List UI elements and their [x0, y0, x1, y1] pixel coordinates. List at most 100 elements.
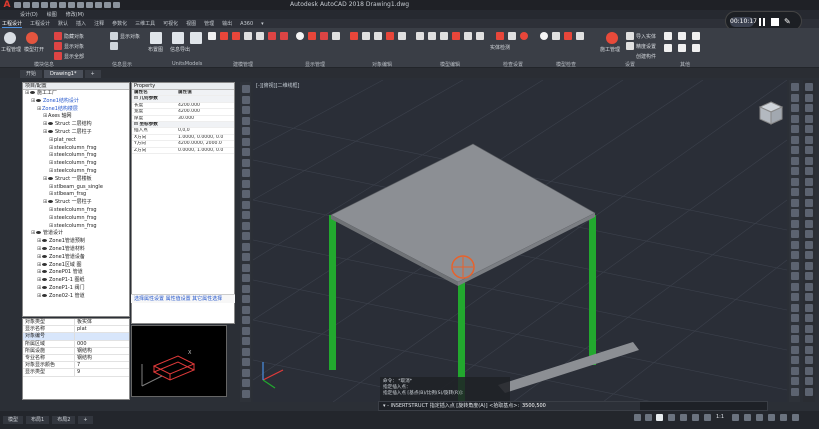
- draw-tool-icon[interactable]: [241, 389, 250, 398]
- tree-item[interactable]: ⊞plat_rect: [23, 137, 129, 145]
- tab-output[interactable]: 输出: [222, 20, 232, 27]
- property-value[interactable]: 0,0,0: [176, 128, 190, 133]
- view-tool-icon[interactable]: [804, 93, 813, 102]
- tree-item[interactable]: ⊞ ZoneP1-1 图纸: [23, 277, 129, 285]
- modify-tool-icon[interactable]: [790, 324, 799, 333]
- view-tool-icon[interactable]: [804, 209, 813, 217]
- view-tool-icon[interactable]: [804, 282, 813, 291]
- draw-tool-icon[interactable]: [241, 368, 250, 377]
- modify-tool-icon[interactable]: [790, 251, 799, 259]
- tree-item[interactable]: ⊞ Zone1管道设备: [23, 254, 129, 262]
- view-tool-icon[interactable]: [804, 345, 813, 354]
- property-value[interactable]: 4200.000: [176, 103, 200, 108]
- modify-tool-icon[interactable]: [790, 345, 799, 354]
- visibility-eye-icon[interactable]: [30, 91, 35, 94]
- project-manage-icon[interactable]: [4, 32, 16, 44]
- tab-3d-tools[interactable]: 三维工具: [135, 20, 155, 27]
- hide-icon[interactable]: [308, 32, 316, 40]
- precision-icon[interactable]: [626, 42, 634, 50]
- modify-tool-icon[interactable]: [790, 93, 799, 102]
- transparency-icon[interactable]: [704, 414, 711, 421]
- modify-tool-icon[interactable]: [790, 366, 799, 375]
- save-as-icon[interactable]: [41, 2, 48, 8]
- beam[interactable]: [498, 342, 639, 393]
- reducer-icon[interactable]: [452, 32, 460, 40]
- bend-icon[interactable]: [428, 32, 436, 40]
- clash-icon[interactable]: [508, 32, 516, 40]
- pipe-icon[interactable]: [268, 32, 276, 40]
- tab-model[interactable]: 模型: [3, 416, 24, 424]
- draw-tool-icon[interactable]: [241, 379, 250, 387]
- polar-icon[interactable]: [656, 414, 663, 421]
- view-tool-icon[interactable]: [804, 387, 813, 396]
- tab-insert[interactable]: 插入: [76, 20, 86, 27]
- tab-manage[interactable]: 管理: [204, 20, 214, 27]
- property-value[interactable]: 30.000: [176, 116, 194, 121]
- view-tool-icon[interactable]: [804, 125, 813, 133]
- property-grid-value[interactable]: 钢结构: [75, 355, 92, 361]
- pause-icon[interactable]: [759, 18, 761, 26]
- modify-tool-icon[interactable]: [790, 335, 799, 343]
- modify-tool-icon[interactable]: [790, 356, 799, 364]
- modify-tool-icon[interactable]: [790, 387, 799, 396]
- modify-tool-icon[interactable]: [790, 135, 799, 144]
- plot-icon[interactable]: [77, 2, 84, 8]
- app-logo-icon[interactable]: A: [0, 0, 14, 10]
- modify-tool-icon[interactable]: [790, 230, 799, 238]
- view-tool-icon[interactable]: [804, 230, 813, 238]
- column-front-left[interactable]: [329, 215, 336, 370]
- tab-start[interactable]: 开始: [20, 70, 43, 78]
- measure-icon[interactable]: [576, 32, 584, 40]
- rotate-icon[interactable]: [386, 32, 394, 40]
- property-grid-value[interactable]: 000: [75, 341, 87, 347]
- modify-tool-icon[interactable]: [790, 303, 799, 312]
- menu-design[interactable]: 设计(D): [20, 11, 38, 18]
- visibility-eye-icon[interactable]: [42, 278, 47, 282]
- draw-tool-icon[interactable]: [241, 253, 250, 261]
- tree-item[interactable]: ⊞stlbeam_gus_single: [23, 184, 129, 192]
- tree-item[interactable]: ⊞ 管道设计: [23, 230, 129, 238]
- tab-annotate[interactable]: 注释: [94, 20, 104, 27]
- visibility-eye-icon[interactable]: [42, 239, 47, 243]
- clean-screen-icon[interactable]: [780, 414, 787, 421]
- view-tool-icon[interactable]: [804, 324, 813, 333]
- property-grid-row[interactable]: 所属区域 000: [23, 340, 129, 348]
- zoom-icon[interactable]: [552, 32, 560, 40]
- tab-a360[interactable]: A360: [240, 21, 253, 27]
- modify-tool-icon[interactable]: [790, 167, 799, 175]
- print-icon[interactable]: [50, 2, 57, 8]
- copy-icon[interactable]: [374, 32, 382, 40]
- pen-icon[interactable]: ✎: [784, 18, 793, 26]
- command-input[interactable]: [520, 402, 640, 410]
- draw-tool-icon[interactable]: [241, 274, 250, 282]
- tree-item[interactable]: ⊞ Struct 二层结构: [23, 121, 129, 129]
- tree-item[interactable]: ⊞ ZoneP01 管道: [23, 269, 129, 277]
- visibility-eye-icon[interactable]: [42, 254, 47, 258]
- tree-item[interactable]: ⊞steelcolumn_frsg: [23, 145, 129, 153]
- menu-modify[interactable]: 修改(M): [66, 11, 84, 18]
- view-tool-icon[interactable]: [804, 219, 813, 228]
- tree-item[interactable]: ⊞steelcolumn_frsg: [23, 215, 129, 223]
- tab-parametric[interactable]: 参数化: [112, 20, 127, 27]
- view-tool-icon[interactable]: [804, 177, 813, 186]
- view-tool-icon[interactable]: [804, 146, 813, 154]
- modify-tool-icon[interactable]: [790, 293, 799, 301]
- other-icon-3[interactable]: [692, 32, 700, 40]
- tee-icon[interactable]: [464, 32, 472, 40]
- draw-tool-icon[interactable]: [241, 148, 250, 156]
- tab-add-layout[interactable]: +: [78, 416, 93, 424]
- modify-tool-icon[interactable]: [790, 83, 799, 91]
- draw-tool-icon[interactable]: [241, 116, 250, 125]
- other-icon-2[interactable]: [678, 32, 686, 40]
- view-tool-icon[interactable]: [804, 188, 813, 196]
- add-icon[interactable]: [540, 32, 548, 40]
- view-tool-icon[interactable]: [804, 83, 813, 91]
- customize-menu-icon[interactable]: [792, 414, 799, 421]
- tree-item[interactable]: ⊞ Zone1管道预制: [23, 238, 129, 246]
- property-value[interactable]: [176, 122, 178, 127]
- draw-tool-icon[interactable]: [241, 326, 250, 335]
- tree-item[interactable]: ⊞steelcolumn_frsg: [23, 223, 129, 231]
- alert-icon[interactable]: [520, 32, 528, 40]
- menu-draw[interactable]: 绘图: [47, 11, 57, 18]
- other-icon-5[interactable]: [678, 44, 686, 52]
